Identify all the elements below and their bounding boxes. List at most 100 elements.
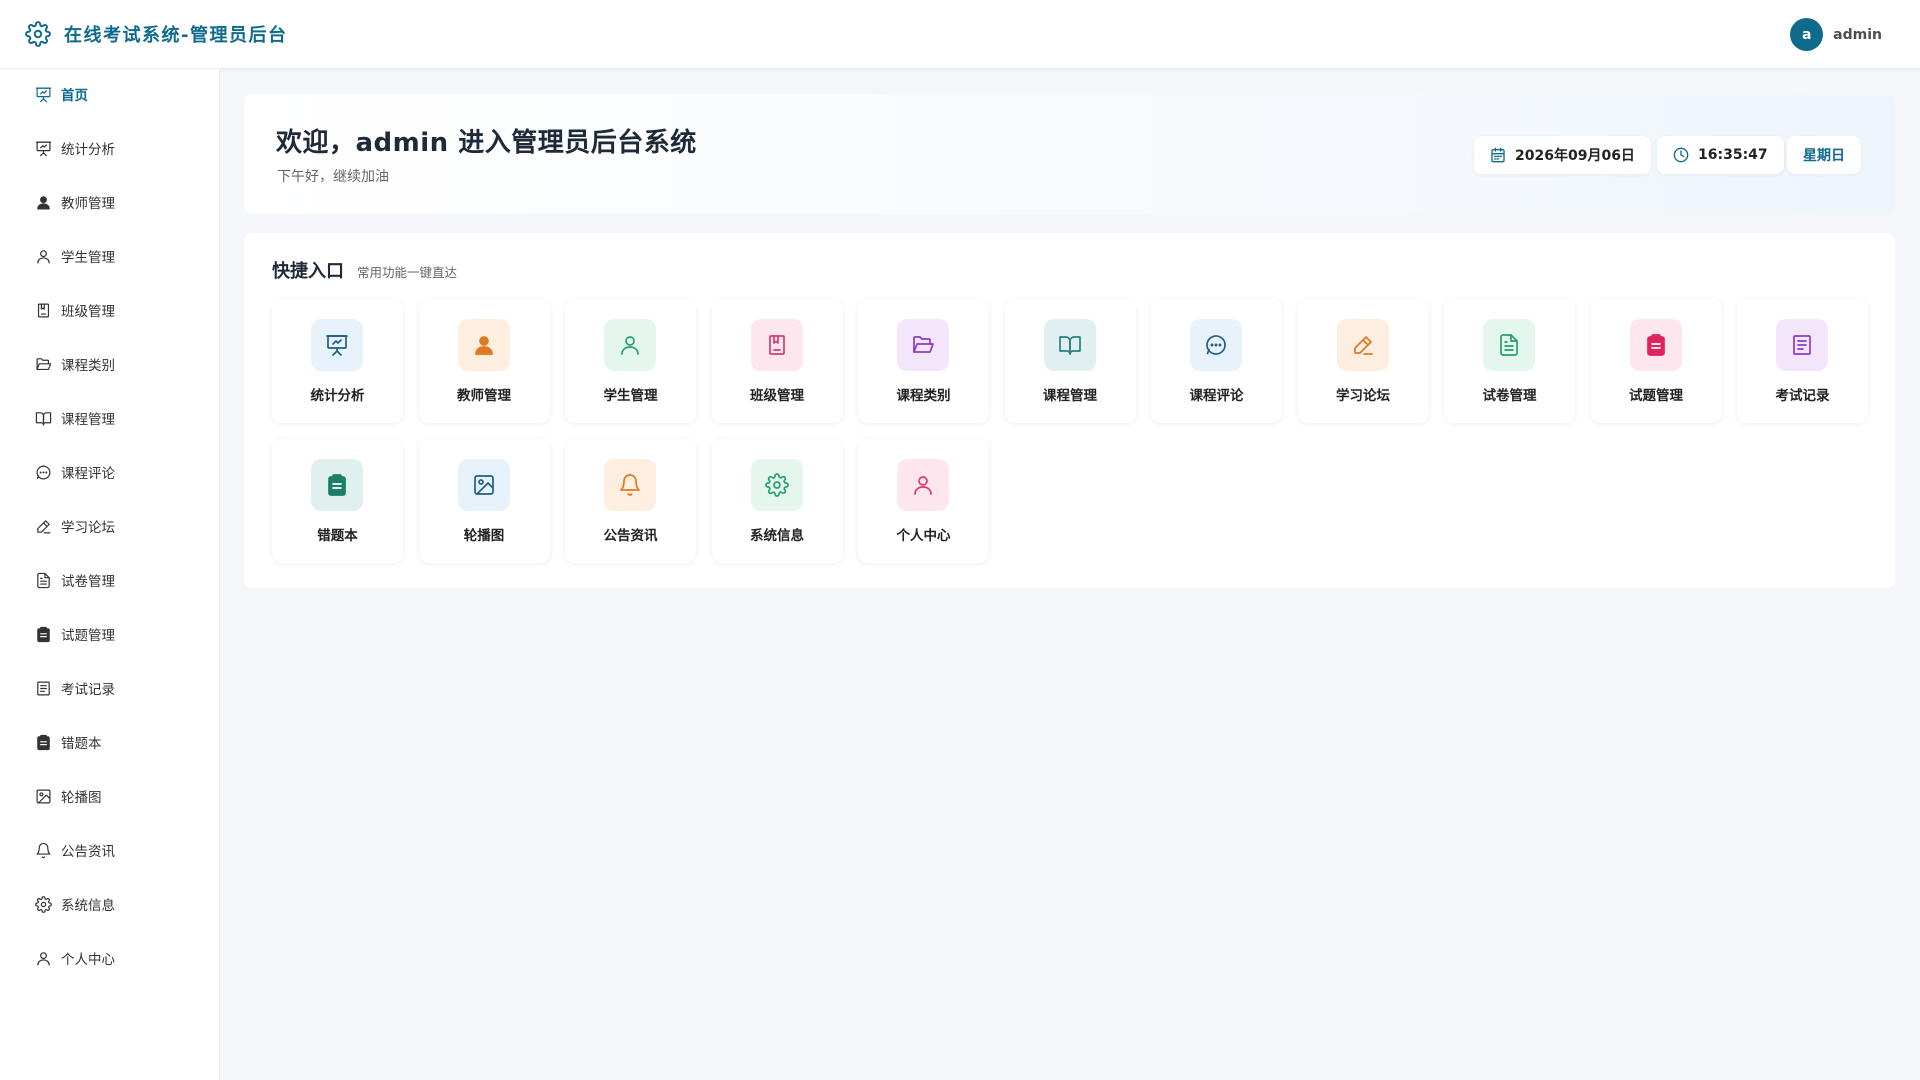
quick-entry-subtitle: 常用功能一键直达 xyxy=(357,265,458,280)
edit-pen-icon xyxy=(1336,319,1389,371)
username[interactable]: admin xyxy=(1833,27,1882,43)
quick-entry-tile[interactable]: 课程管理 xyxy=(1004,299,1136,423)
quick-entry-label: 试卷管理 xyxy=(1482,388,1537,404)
quick-entry-label: 课程评论 xyxy=(1189,388,1244,404)
book-open-icon xyxy=(1043,319,1096,371)
user-filled-icon xyxy=(457,319,510,371)
welcome-subtitle: 下午好，继续加油 xyxy=(277,169,389,185)
quick-entry-tile[interactable]: 课程类别 xyxy=(858,299,989,423)
quick-entry-tile[interactable]: 班级管理 xyxy=(711,299,843,423)
user-icon xyxy=(34,247,52,265)
picture-icon xyxy=(34,787,52,805)
sidebar-item[interactable]: 公告资讯 xyxy=(0,830,219,870)
sidebar-item-label: 系统信息 xyxy=(61,898,115,914)
brand[interactable]: 在线考试系统-管理员后台 xyxy=(24,20,287,48)
quick-entry-label: 公告资讯 xyxy=(603,528,658,544)
date-text: 2026年09月06日 xyxy=(1515,148,1635,164)
clipboard-filled-icon xyxy=(34,733,52,751)
quick-entry-label: 试题管理 xyxy=(1629,388,1683,404)
folder-open-icon xyxy=(34,355,52,373)
quick-entry-label: 轮播图 xyxy=(463,528,505,544)
sidebar-item-label: 试卷管理 xyxy=(61,574,115,590)
sidebar-item[interactable]: 课程管理 xyxy=(0,398,219,438)
quick-entry-tile[interactable]: 系统信息 xyxy=(711,439,843,563)
quick-entry-label: 考试记录 xyxy=(1775,388,1830,404)
avatar[interactable]: a xyxy=(1790,18,1824,51)
welcome-card: 欢迎，admin 进入管理员后台系统 下午好，继续加油 2026年09月06日 … xyxy=(244,94,1895,214)
top-bar: 在线考试系统-管理员后台 a admin xyxy=(0,0,1920,69)
quick-entry-label: 课程管理 xyxy=(1043,388,1097,404)
quick-entry-label: 统计分析 xyxy=(310,388,365,404)
presentation-icon xyxy=(311,319,363,371)
sidebar-item[interactable]: 课程类别 xyxy=(0,344,219,384)
sidebar-item[interactable]: 考试记录 xyxy=(0,668,219,708)
user-menu[interactable]: a admin xyxy=(1790,18,1882,51)
quick-entry-tile[interactable]: 错题本 xyxy=(272,439,403,563)
quick-entry-tile[interactable]: 课程评论 xyxy=(1151,299,1282,423)
sidebar-item[interactable]: 试卷管理 xyxy=(0,560,219,600)
quick-entry-label: 学习论坛 xyxy=(1336,388,1390,404)
gear-icon xyxy=(34,895,52,913)
weekday-text: 星期日 xyxy=(1803,148,1845,164)
quick-entry-tile[interactable]: 考试记录 xyxy=(1737,299,1868,423)
sidebar-item-label: 课程评论 xyxy=(61,466,115,482)
weekday-badge: 星期日 xyxy=(1787,136,1861,174)
user-filled-icon xyxy=(34,193,52,211)
gear-icon xyxy=(24,20,52,48)
sidebar-item-label: 试题管理 xyxy=(61,628,115,644)
quick-entry-tile[interactable]: 学习论坛 xyxy=(1297,299,1429,423)
sidebar-item[interactable]: 课程评论 xyxy=(0,452,219,492)
notebook-icon xyxy=(750,319,803,371)
document-icon xyxy=(1483,319,1535,371)
sidebar-item[interactable]: 首页 xyxy=(0,74,219,114)
sidebar-item-label: 课程类别 xyxy=(61,358,115,374)
sidebar-item[interactable]: 教师管理 xyxy=(0,182,219,222)
quick-entry-label: 学生管理 xyxy=(603,388,658,404)
tickets-icon xyxy=(1776,319,1828,371)
sidebar-item[interactable]: 学生管理 xyxy=(0,236,219,276)
bell-icon xyxy=(604,459,656,511)
sidebar-item-label: 公告资讯 xyxy=(61,844,115,860)
presentation-icon xyxy=(34,139,52,157)
sidebar-item-label: 学生管理 xyxy=(61,250,115,266)
sidebar-item[interactable]: 个人中心 xyxy=(0,938,219,978)
quick-entry-tile[interactable]: 轮播图 xyxy=(418,439,550,563)
quick-entry-label: 个人中心 xyxy=(896,528,951,544)
quick-entry-card: 快捷入口 常用功能一键直达 统计分析 教师管理 学生管理 班级管理 课程类别 课程管理 课程… xyxy=(244,233,1895,588)
quick-entry-tile[interactable]: 试卷管理 xyxy=(1444,299,1575,423)
sidebar-item-label: 考试记录 xyxy=(61,682,115,698)
sidebar-item[interactable]: 试题管理 xyxy=(0,614,219,654)
sidebar-item-label: 班级管理 xyxy=(61,304,115,320)
user-icon xyxy=(604,319,656,371)
sidebar-item-label: 统计分析 xyxy=(61,142,115,158)
sidebar-item[interactable]: 学习论坛 xyxy=(0,506,219,546)
sidebar: 首页统计分析教师管理学生管理班级管理课程类别课程管理课程评论学习论坛试卷管理试题… xyxy=(0,69,220,1080)
sidebar-item[interactable]: 错题本 xyxy=(0,722,219,762)
presentation-icon xyxy=(34,85,52,103)
sidebar-item-label: 个人中心 xyxy=(61,952,115,968)
app-title: 在线考试系统-管理员后台 xyxy=(64,25,288,46)
sidebar-item-label: 教师管理 xyxy=(61,196,115,212)
chat-icon xyxy=(34,463,52,481)
sidebar-item[interactable]: 轮播图 xyxy=(0,776,219,816)
welcome-title: 欢迎，admin 进入管理员后台系统 xyxy=(276,128,697,158)
gear-icon xyxy=(750,459,803,511)
quick-entry-tile[interactable]: 学生管理 xyxy=(565,299,696,423)
quick-entry-tile[interactable]: 公告资讯 xyxy=(565,439,696,563)
quick-entry-tile[interactable]: 试题管理 xyxy=(1590,299,1722,423)
document-icon xyxy=(34,571,52,589)
sidebar-item[interactable]: 班级管理 xyxy=(0,290,219,330)
quick-entry-tile[interactable]: 教师管理 xyxy=(418,299,550,423)
user-icon xyxy=(34,949,52,967)
picture-icon xyxy=(457,459,510,511)
user-icon xyxy=(897,459,949,511)
folder-open-icon xyxy=(897,319,949,371)
chat-icon xyxy=(1190,319,1242,371)
sidebar-item[interactable]: 统计分析 xyxy=(0,128,219,168)
sidebar-item-label: 课程管理 xyxy=(61,412,115,428)
quick-entry-tile[interactable]: 个人中心 xyxy=(858,439,989,563)
sidebar-item[interactable]: 系统信息 xyxy=(0,884,219,924)
quick-entry-header: 快捷入口 常用功能一键直达 xyxy=(272,257,457,283)
quick-entry-title: 快捷入口 xyxy=(272,261,344,282)
quick-entry-tile[interactable]: 统计分析 xyxy=(272,299,403,423)
